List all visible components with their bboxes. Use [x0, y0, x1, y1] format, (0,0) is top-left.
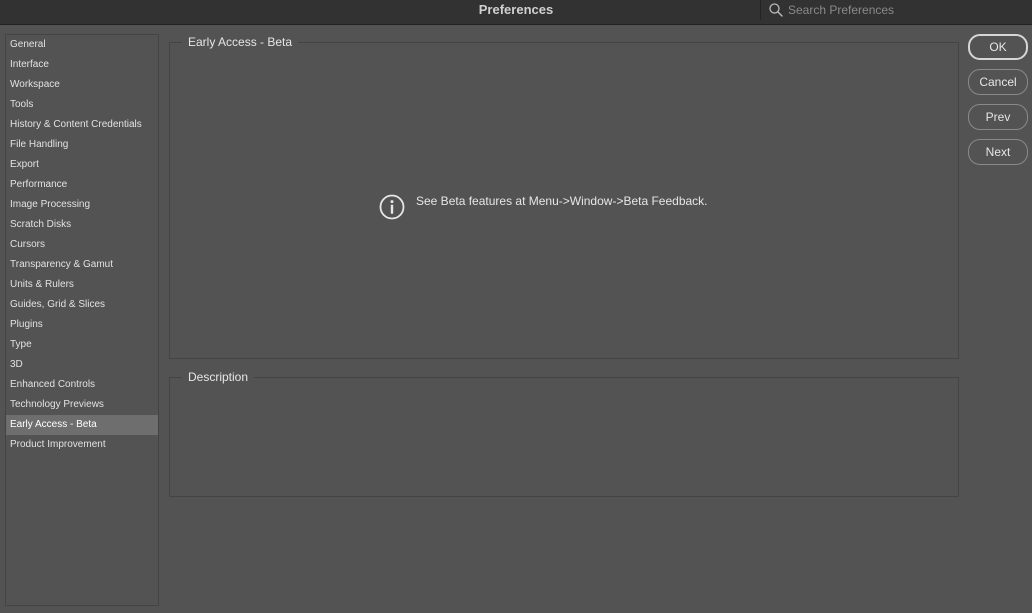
description-title: Description: [182, 369, 255, 385]
search-icon: [769, 3, 783, 17]
sidebar-item-workspace[interactable]: Workspace: [6, 75, 158, 95]
sidebar-item-3d[interactable]: 3D: [6, 355, 158, 375]
sidebar-item-units-rulers[interactable]: Units & Rulers: [6, 275, 158, 295]
sidebar-item-general[interactable]: General: [6, 35, 158, 55]
section-title: Early Access - Beta: [182, 34, 299, 50]
sidebar-item-image-processing[interactable]: Image Processing: [6, 195, 158, 215]
cancel-button[interactable]: Cancel: [968, 69, 1028, 95]
prev-button[interactable]: Prev: [968, 104, 1028, 130]
sidebar-item-cursors[interactable]: Cursors: [6, 235, 158, 255]
sidebar-item-early-access-beta[interactable]: Early Access - Beta: [6, 415, 158, 435]
sidebar-item-performance[interactable]: Performance: [6, 175, 158, 195]
next-button[interactable]: Next: [968, 139, 1028, 165]
early-access-group: Early Access - Beta See Beta features at…: [169, 34, 959, 359]
search-box[interactable]: [760, 0, 1032, 20]
sidebar-item-technology-previews[interactable]: Technology Previews: [6, 395, 158, 415]
title-bar: Preferences: [0, 0, 1032, 25]
info-message-row: See Beta features at Menu->Window->Beta …: [378, 193, 708, 221]
sidebar-item-history[interactable]: History & Content Credentials: [6, 115, 158, 135]
sidebar-item-plugins[interactable]: Plugins: [6, 315, 158, 335]
info-icon: [379, 194, 405, 220]
description-group: Description: [169, 369, 959, 497]
sidebar-list: General Interface Workspace Tools Histor…: [6, 35, 158, 455]
sidebar-item-guides-grid-slices[interactable]: Guides, Grid & Slices: [6, 295, 158, 315]
sidebar-item-product-improvement[interactable]: Product Improvement: [6, 435, 158, 455]
info-message: See Beta features at Menu->Window->Beta …: [416, 194, 708, 208]
search-input[interactable]: [788, 3, 1018, 17]
preferences-sidebar: General Interface Workspace Tools Histor…: [5, 34, 159, 606]
sidebar-item-tools[interactable]: Tools: [6, 95, 158, 115]
ok-button[interactable]: OK: [968, 34, 1028, 60]
sidebar-item-file-handling[interactable]: File Handling: [6, 135, 158, 155]
sidebar-item-scratch-disks[interactable]: Scratch Disks: [6, 215, 158, 235]
sidebar-item-enhanced-controls[interactable]: Enhanced Controls: [6, 375, 158, 395]
sidebar-item-transparency-gamut[interactable]: Transparency & Gamut: [6, 255, 158, 275]
sidebar-item-export[interactable]: Export: [6, 155, 158, 175]
sidebar-item-interface[interactable]: Interface: [6, 55, 158, 75]
sidebar-item-type[interactable]: Type: [6, 335, 158, 355]
